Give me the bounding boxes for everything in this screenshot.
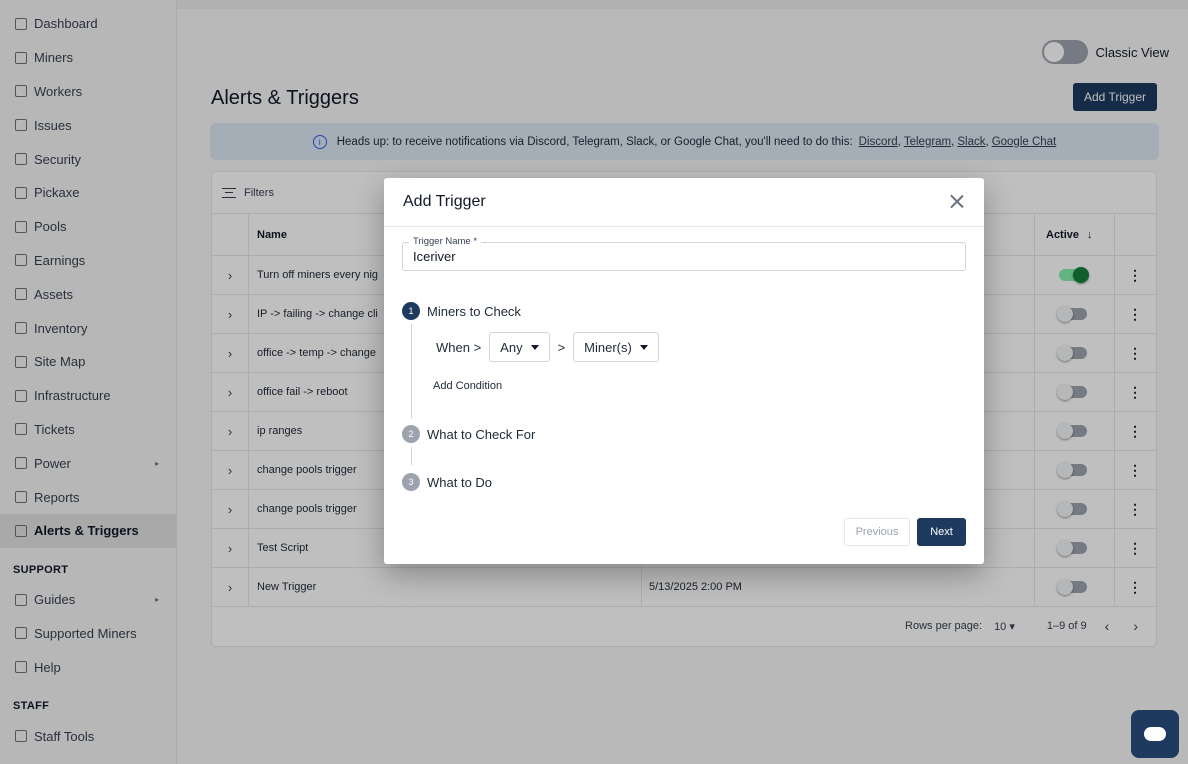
step-what-to-do[interactable]: 3 What to Do [402,473,492,491]
add-condition-button[interactable]: Add Condition [433,380,502,392]
miners-select[interactable]: Miner(s) [573,332,659,362]
modal-header: Add Trigger [384,178,984,227]
previous-button[interactable]: Previous [844,518,910,546]
close-icon[interactable] [949,194,964,209]
add-trigger-modal: Add Trigger Iceriver Trigger Name * 1 Mi… [384,178,984,564]
gt-separator: > [557,339,566,355]
step-what-to-check-for[interactable]: 2 What to Check For [402,425,535,443]
step-1-number: 1 [402,302,420,320]
step-2-number: 2 [402,425,420,443]
any-value: Any [500,339,523,355]
any-select[interactable]: Any [489,332,550,362]
modal-title: Add Trigger [403,193,486,210]
chat-icon [1144,727,1166,741]
step-connector [411,324,412,418]
caret-down-icon [639,344,648,350]
step-connector [411,447,412,465]
step-3-number: 3 [402,473,420,491]
chat-button[interactable] [1131,710,1179,758]
trigger-name-label: Trigger Name * [409,236,482,247]
condition-row: When > Any > Miner(s) [436,332,659,362]
step-1-label: Miners to Check [427,303,521,319]
caret-down-icon [530,344,539,350]
step-miners-to-check[interactable]: 1 Miners to Check [402,302,521,320]
next-button[interactable]: Next [917,518,966,546]
when-label: When > [436,339,482,355]
miners-value: Miner(s) [584,339,632,355]
step-2-label: What to Check For [427,426,536,442]
step-3-label: What to Do [427,474,493,490]
trigger-name-input[interactable]: Iceriver [402,242,966,271]
